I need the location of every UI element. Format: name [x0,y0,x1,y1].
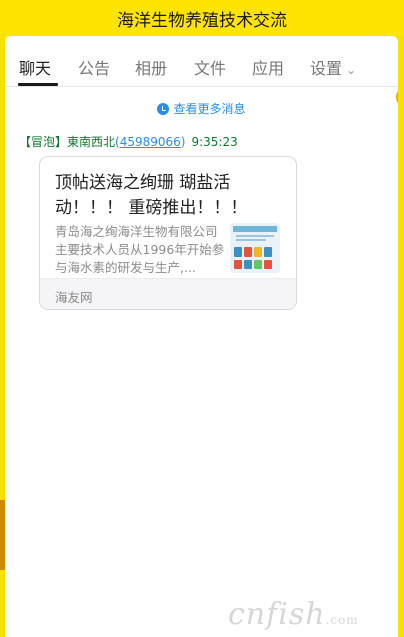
message-time: 9:35:23 [191,135,238,149]
card-title: 顶帖送海之绚珊 瑚盐活动！！！ 重磅推出！！！ [55,173,248,218]
window-title-bar: 海洋生物养殖技术交流 [0,0,404,36]
card-description: 青岛海之绚海洋生物有限公司主要技术人员从1996年开始参与海水素的研发与生产,.… [55,224,225,275]
tab-bar: 聊天 公告 相册 文件 应用 设置 ⌄ [5,36,398,87]
more-messages-label: 查看更多消息 [173,102,246,116]
tab-settings-label: 设置 [310,59,343,78]
shared-link-card[interactable]: 顶帖送海之绚珊 瑚盐活动！！！ 重磅推出！！！ 青岛海之绚海洋生物有限公司主要技… [39,156,297,310]
chat-panel: 聊天 公告 相册 文件 应用 设置 ⌄ 查看更多消息 【冒泡】東南西北(45989… [5,36,398,637]
watermark-text: cnfish [228,597,326,632]
active-tab-indicator [18,83,58,86]
sender-name[interactable]: 東南西北 [67,135,115,149]
tab-files[interactable]: 文件 [194,55,226,79]
card-source: 海友网 [55,290,93,305]
tab-settings[interactable]: 设置 ⌄ [310,55,356,79]
window-title: 海洋生物养殖技术交流 [117,10,287,31]
tab-apps[interactable]: 应用 [252,55,284,79]
chevron-down-icon: ⌄ [346,63,357,77]
card-footer: 海友网 [40,278,296,309]
watermark: cnfish.com [228,597,359,632]
card-thumbnail [230,223,280,273]
tab-announcements[interactable]: 公告 [78,55,110,79]
clock-icon [157,103,170,115]
sender-badge: 【冒泡】 [19,135,68,149]
message-header: 【冒泡】東南西北(45989066) 9:35:23 [19,135,238,149]
tab-album[interactable]: 相册 [135,55,167,79]
tab-chat[interactable]: 聊天 [19,55,51,79]
watermark-suffix: .com [325,613,359,627]
more-messages-link[interactable]: 查看更多消息 [5,100,398,117]
sender-qq-number[interactable]: 45989066 [120,135,181,149]
